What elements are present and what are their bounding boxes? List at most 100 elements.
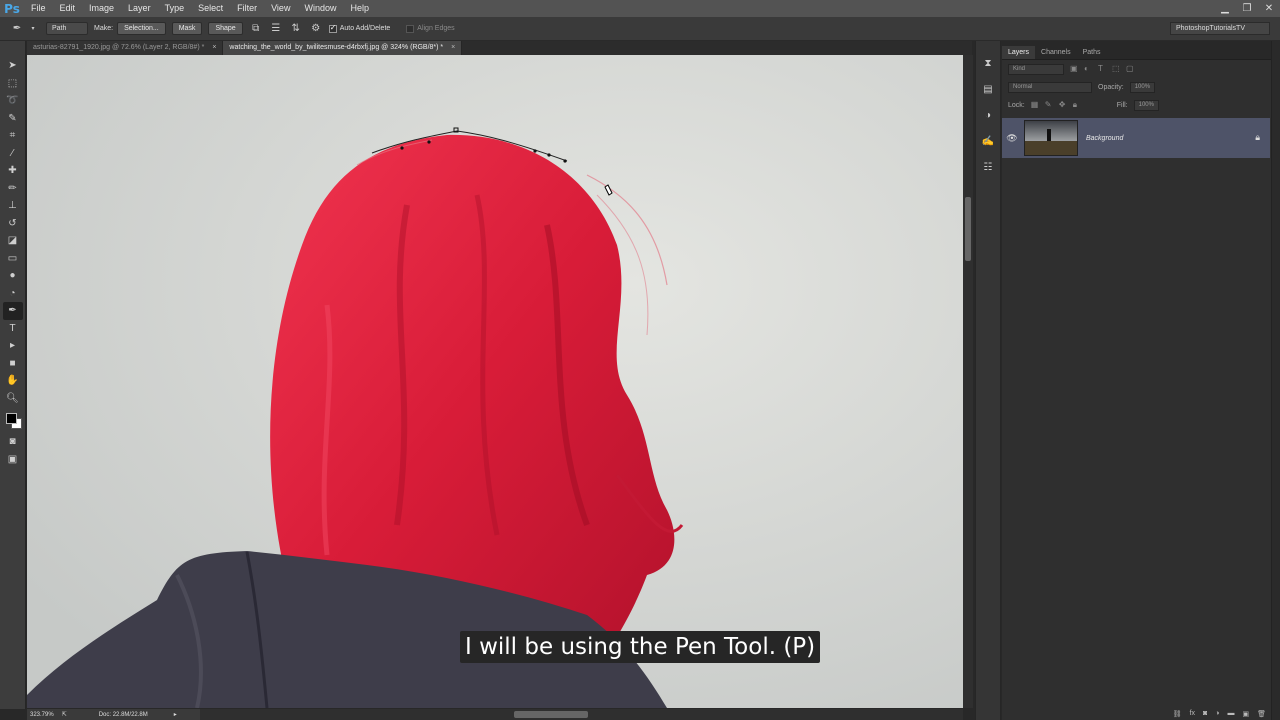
close-icon[interactable]: × [451, 41, 455, 55]
lock-position-icon[interactable]: ✥ [1059, 101, 1067, 109]
make-selection-button[interactable]: Selection... [117, 22, 166, 35]
link-layers-icon[interactable]: ⛓ [1173, 710, 1182, 718]
quick-selection-tool-icon[interactable]: ✎ [3, 110, 23, 128]
zoom-tool-icon[interactable]: 🔍︎ [3, 390, 23, 408]
lasso-tool-icon[interactable]: ➰ [3, 92, 23, 110]
eye-icon[interactable]: 👁︎ [1002, 133, 1022, 144]
color-swatches[interactable] [3, 411, 23, 433]
close-icon[interactable]: ✕ [1258, 0, 1280, 17]
tab-channels[interactable]: Channels [1035, 46, 1077, 59]
properties-panel-icon[interactable]: ▤ [980, 81, 996, 97]
make-shape-button[interactable]: Shape [208, 22, 243, 35]
menu-edit[interactable]: Edit [53, 0, 83, 17]
document-tab-label: asturias-82791_1920.jpg @ 72.6% (Layer 2… [33, 44, 205, 51]
layer-name[interactable]: Background [1086, 135, 1123, 142]
layer-row-background[interactable]: 👁︎ Background 🔒︎ [1002, 118, 1270, 158]
dodge-tool-icon[interactable]: ◔ [3, 285, 23, 303]
type-filter-icon[interactable]: T [1098, 65, 1106, 73]
clone-stamp-tool-icon[interactable]: ⊥ [3, 197, 23, 215]
new-group-icon[interactable]: ▬ [1227, 710, 1234, 717]
path-alignment-icon[interactable]: ☰ [269, 22, 283, 36]
menu-view[interactable]: View [264, 0, 297, 17]
add-mask-icon[interactable]: ◙ [1203, 710, 1207, 717]
pen-tool-preset-icon[interactable]: ✒ [10, 22, 24, 36]
trash-icon[interactable]: 🗑︎ [1257, 710, 1266, 718]
rectangle-tool-icon[interactable]: ■ [3, 355, 23, 373]
path-arrangement-icon[interactable]: ⇅ [289, 22, 303, 36]
gradient-tool-icon[interactable]: ▭ [3, 250, 23, 268]
tool-mode-select[interactable]: Path [46, 22, 88, 35]
quick-mask-icon[interactable]: ◙ [3, 433, 23, 451]
new-layer-icon[interactable]: ▣ [1242, 710, 1249, 718]
shape-filter-icon[interactable]: ⬚ [1112, 65, 1120, 73]
adjustment-layer-icon[interactable]: ◑ [1215, 710, 1219, 717]
hand-tool-icon[interactable]: ✋ [3, 372, 23, 390]
layer-style-icon[interactable]: fx [1190, 710, 1195, 717]
minimize-icon[interactable]: ▁ [1214, 0, 1236, 17]
type-tool-icon[interactable]: T [3, 320, 23, 338]
path-operations-icon[interactable]: ⧉ [249, 22, 263, 36]
crop-tool-icon[interactable]: ⌗ [3, 127, 23, 145]
adjustment-filter-icon[interactable]: ◐ [1084, 65, 1092, 73]
eraser-tool-icon[interactable]: ◪ [3, 232, 23, 250]
document-size: Doc: 22.8M/22.8M [98, 711, 148, 718]
menu-image[interactable]: Image [82, 0, 121, 17]
video-subtitle: I will be using the Pen Tool. (P) [460, 631, 821, 663]
chevron-down-icon[interactable]: ▾ [30, 22, 36, 36]
pen-tool-icon[interactable]: ✒ [2, 302, 23, 320]
brush-panel-icon[interactable]: ✍ [980, 133, 996, 149]
menu-select[interactable]: Select [191, 0, 230, 17]
menu-file[interactable]: File [24, 0, 53, 17]
panel-tabs: Layers Channels Paths [1002, 41, 1280, 60]
smart-object-filter-icon[interactable]: ▢ [1126, 65, 1134, 73]
lock-image-icon[interactable]: ✎ [1045, 101, 1053, 109]
history-panel-icon[interactable]: ⧗ [980, 55, 996, 71]
history-brush-tool-icon[interactable]: ↺ [3, 215, 23, 233]
layers-panel-scrollbar[interactable] [1271, 41, 1280, 720]
healing-brush-tool-icon[interactable]: ✚ [3, 162, 23, 180]
menu-filter[interactable]: Filter [230, 0, 264, 17]
path-selection-tool-icon[interactable]: ▸ [3, 337, 23, 355]
menu-type[interactable]: Type [158, 0, 192, 17]
canvas-horizontal-scrollbar[interactable] [200, 709, 963, 720]
lock-transparent-icon[interactable]: ▦ [1031, 101, 1039, 109]
menu-layer[interactable]: Layer [121, 0, 158, 17]
export-icon[interactable]: ⇱ [62, 711, 67, 718]
close-icon[interactable]: × [212, 41, 216, 55]
eyedropper-tool-icon[interactable]: ⁄ [3, 145, 23, 163]
layer-kind-filter[interactable]: Kind [1008, 63, 1064, 75]
scrollbar-thumb[interactable] [514, 711, 588, 718]
blend-mode-select[interactable]: Normal [1008, 81, 1092, 93]
document-canvas[interactable]: I will be using the Pen Tool. (P) [27, 55, 963, 708]
adjustments-panel-icon[interactable]: ◑ [980, 107, 996, 123]
pixel-filter-icon[interactable]: ▣ [1070, 65, 1078, 73]
foreground-color-swatch[interactable] [5, 413, 17, 424]
tool-presets-icon[interactable]: ☷ [980, 159, 996, 175]
brush-tool-icon[interactable]: ✏ [3, 180, 23, 198]
align-edges-label: Align Edges [417, 25, 455, 32]
blur-tool-icon[interactable]: ● [3, 267, 23, 285]
tab-paths[interactable]: Paths [1077, 46, 1107, 59]
auto-add-delete-checkbox[interactable] [328, 23, 337, 33]
make-mask-button[interactable]: Mask [171, 22, 203, 35]
gear-icon[interactable]: ⚙ [309, 22, 323, 36]
fill-input[interactable]: 100% [1133, 99, 1159, 111]
document-tab-active[interactable]: watching_the_world_by_twilitesmuse-d4rbx… [223, 41, 463, 55]
scrollbar-thumb[interactable] [965, 197, 971, 261]
lock-all-icon[interactable]: 🔒︎ [1073, 101, 1081, 109]
workspace-select[interactable]: PhotoshopTutorialsTV [1170, 22, 1270, 35]
marquee-tool-icon[interactable]: ⬚ [3, 75, 23, 93]
restore-icon[interactable]: ❐ [1236, 0, 1258, 17]
lock-row: Lock: ▦ ✎ ✥ 🔒︎ Fill: 100% [1002, 96, 1280, 114]
menu-window[interactable]: Window [297, 0, 343, 17]
menu-help[interactable]: Help [343, 0, 376, 17]
zoom-level[interactable]: 323.79% [30, 712, 54, 718]
tab-layers[interactable]: Layers [1002, 46, 1036, 59]
screen-mode-icon[interactable]: ▣ [3, 451, 23, 469]
document-tab[interactable]: asturias-82791_1920.jpg @ 72.6% (Layer 2… [27, 41, 224, 55]
canvas-vertical-scrollbar[interactable] [963, 55, 973, 708]
opacity-input[interactable]: 100% [1129, 81, 1156, 93]
move-tool-icon[interactable]: ➤ [3, 57, 23, 75]
align-edges-checkbox[interactable] [406, 24, 415, 33]
play-icon[interactable]: ▸ [174, 711, 177, 718]
